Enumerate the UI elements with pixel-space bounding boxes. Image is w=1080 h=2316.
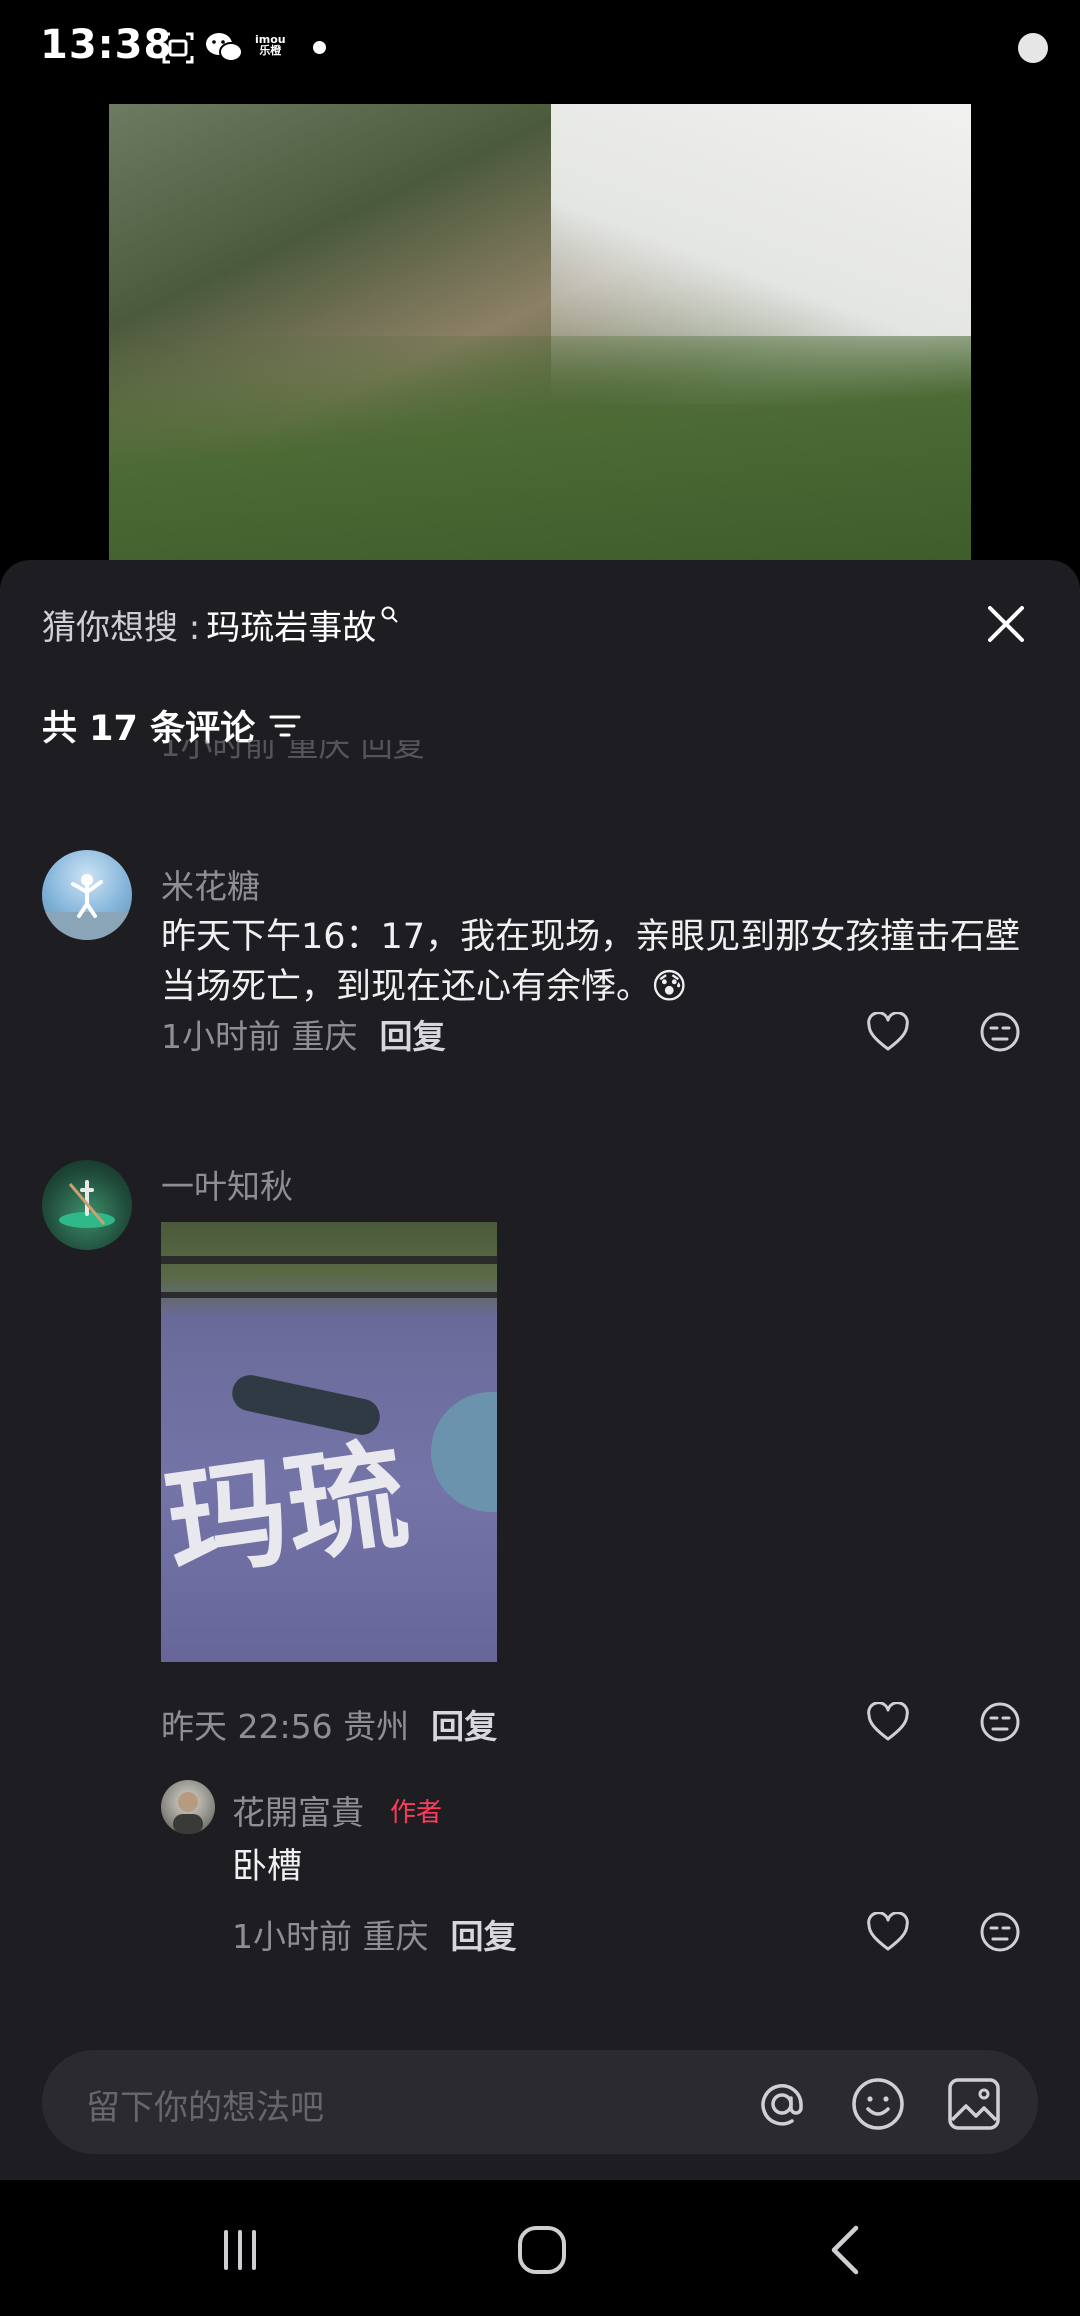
emoji-icon[interactable] [850,2076,906,2132]
comment-meta: 昨天 22:56 贵州 回复 [161,1700,497,1748]
imou-icon: imou 乐橙 [255,34,286,56]
image-person-figure [228,1371,384,1439]
comment-time-location: 1小时前 重庆 [161,1017,358,1056]
comment-meta: 1小时前 重庆 回复 [161,1010,446,1058]
like-heart-icon[interactable] [866,1912,910,1952]
close-button[interactable] [978,596,1034,652]
system-nav-bar [0,2180,1080,2316]
author-badge: 作者 [390,1797,443,1828]
reply-text: 卧槽 [232,1847,303,1887]
comment-input-placeholder[interactable]: 留下你的想法吧 [86,2080,324,2129]
search-suggestion-term[interactable]: 玛琉岩事故 [206,600,376,649]
battery-icon [1018,33,1048,63]
home-icon [518,2226,566,2274]
reply-time-location: 1小时前 重庆 [232,1917,429,1956]
previous-comment-meta: 1小时前 重庆 回复 [160,740,1040,770]
image-railing-lower [161,1292,497,1298]
search-suggestion-prefix: 猜你想搜 : [42,608,201,648]
back-icon [831,2225,859,2275]
image-logo-circle [431,1392,497,1512]
reply-button[interactable]: 回复 [451,1910,517,1958]
search-icon [381,606,398,623]
comment-author[interactable]: 米花糖 [161,860,260,908]
comment-text-body: 昨天下午16：17，我在现场，亲眼见到那女孩撞击石壁当场死亡，到现在还心有余悸。 [161,917,1021,1007]
screen-capture-icon [162,32,194,64]
recent-apps-icon [224,2230,256,2270]
home-button[interactable] [512,2220,572,2280]
video-slope [109,336,971,596]
comment-emoji: 😰 [651,967,688,1007]
recent-apps-button[interactable] [210,2220,270,2280]
previous-comment-meta-text: 1小时前 重庆 回复 [160,740,425,764]
sort-filter-icon[interactable] [269,713,301,739]
comment-author[interactable]: 一叶知秋 [161,1160,293,1208]
like-heart-icon[interactable] [866,1012,910,1052]
reply-button[interactable]: 回复 [431,1700,497,1748]
imou-brand-subtext: 乐橙 [259,44,282,57]
avatar[interactable] [161,1780,215,1834]
avatar-figure-icon [42,874,132,940]
like-heart-icon[interactable] [866,1702,910,1742]
dislike-face-icon[interactable] [978,1700,1022,1744]
notification-dot-icon [313,41,326,54]
status-bar: 13:38 imou 乐橙 [0,0,1080,96]
image-icon[interactable] [946,2076,1002,2132]
comment-sheet: 猜你想搜 : 玛琉岩事故 共 17 条评论 1小时前 重庆 回复 米花糖 昨天下… [0,560,1080,2180]
close-icon [988,606,1024,642]
video-frame[interactable] [109,104,971,596]
avatar[interactable] [42,850,132,940]
avatar-figure-icon [59,1180,115,1228]
avatar[interactable] [42,1160,132,1250]
video-area[interactable] [0,96,1080,596]
avatar-face-icon [173,1792,203,1834]
at-icon[interactable] [754,2076,810,2132]
comment-input-bar[interactable]: 留下你的想法吧 [42,2050,1038,2154]
search-suggestion[interactable]: 猜你想搜 : 玛琉岩事故 [42,600,400,649]
reply-author[interactable]: 花開富貴 [232,1786,364,1834]
image-railing [161,1256,497,1264]
back-button[interactable] [816,2220,876,2280]
reply-button[interactable]: 回复 [380,1010,446,1058]
dislike-face-icon[interactable] [978,1010,1022,1054]
wechat-icon [206,33,243,62]
reply-meta: 1小时前 重庆 回复 [232,1910,517,1958]
reply-author-row: 花開富貴 作者 [232,1786,442,1834]
dislike-face-icon[interactable] [978,1910,1022,1954]
comment-image[interactable]: 玛琉 [161,1222,497,1662]
image-ground-text: 玛琉 [161,1425,416,1598]
comment-text: 昨天下午16：17，我在现场，亲眼见到那女孩撞击石壁当场死亡，到现在还心有余悸。… [161,912,1041,1012]
comment-time-location: 昨天 22:56 贵州 [161,1707,410,1746]
status-time: 13:38 [40,22,173,68]
